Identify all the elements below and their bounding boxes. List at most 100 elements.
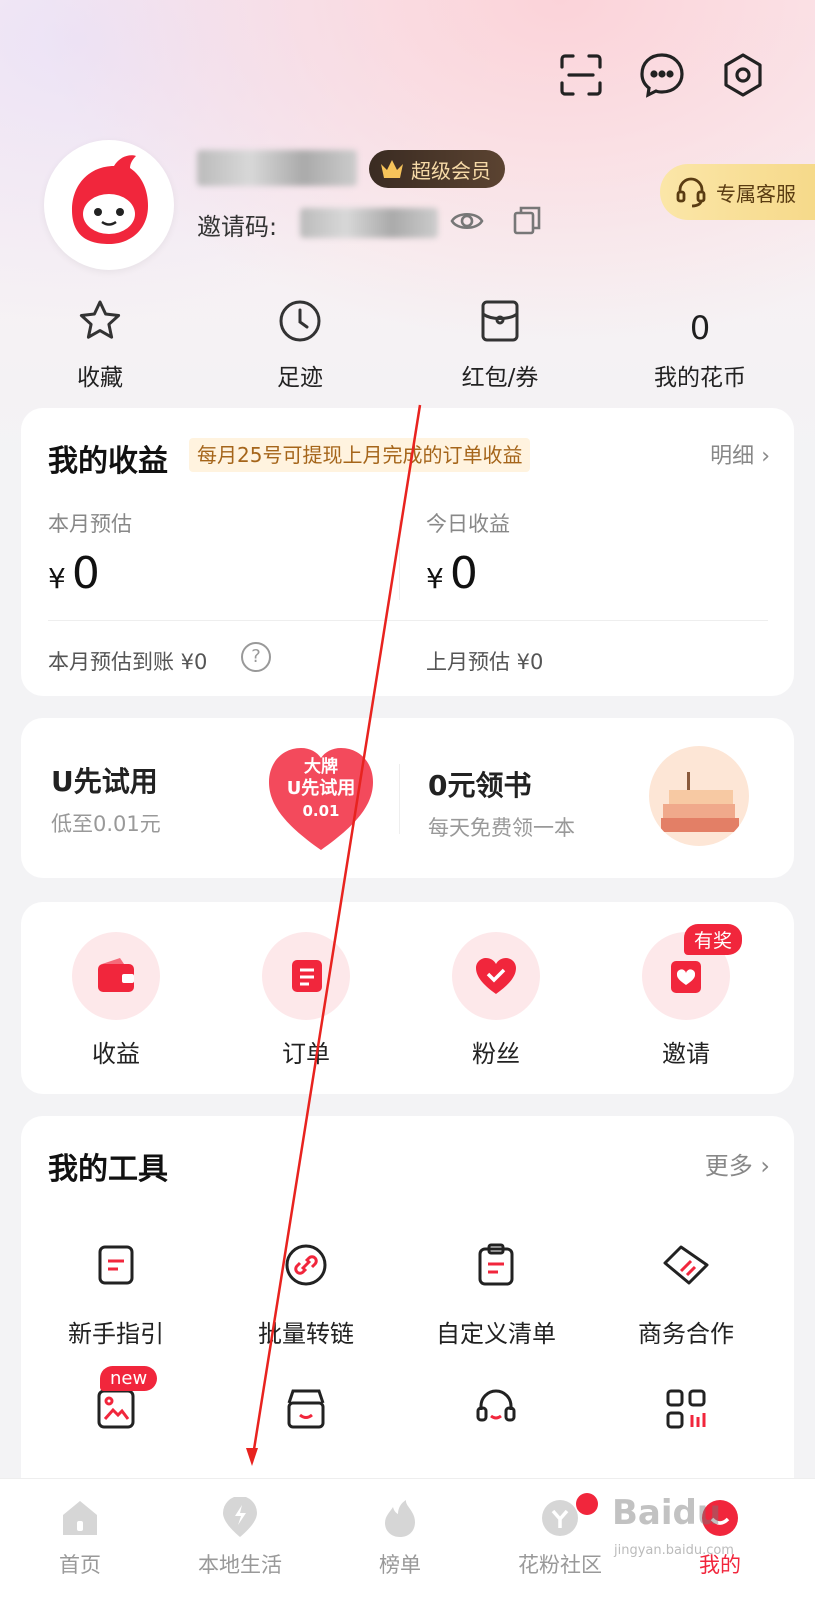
promo-card: U先试用 低至0.01元 大牌 U先试用 0.01 0元领书 每天免费领一本 xyxy=(21,718,794,878)
tool-label: 商务合作 xyxy=(638,1320,734,1348)
divider xyxy=(399,520,400,600)
community-icon xyxy=(542,1500,578,1536)
headset-icon xyxy=(676,177,706,208)
promo-title: U先试用 xyxy=(51,765,158,798)
copy-icon[interactable] xyxy=(512,204,542,240)
tool-store[interactable] xyxy=(211,1384,401,1434)
last-month-label: 上月预估 ¥0 xyxy=(426,650,544,674)
watermark-url: jingyan.baidu.com xyxy=(614,1543,734,1558)
promo-title: 0元领书 xyxy=(428,769,532,802)
quick-label: 足迹 xyxy=(277,365,323,391)
tools-card: 我的工具 更多 › 新手指引 批量转链 自定义清单 商务合作 new xyxy=(21,1116,794,1536)
username-redacted xyxy=(197,150,357,186)
promo-books[interactable]: 0元领书 每天免费领一本 xyxy=(428,764,575,842)
action-label: 订单 xyxy=(282,1040,330,1068)
earnings-card: 我的收益 每月25号可提现上月完成的订单收益 明细 › 本月预估 ¥0 今日收益… xyxy=(21,408,794,696)
promo-trial[interactable]: U先试用 低至0.01元 xyxy=(51,760,161,838)
eye-icon[interactable] xyxy=(450,206,484,240)
star-icon xyxy=(0,296,200,346)
vip-label: 超级会员 xyxy=(411,158,491,183)
tool-batch-link[interactable]: 批量转链 xyxy=(211,1240,401,1349)
service-button[interactable]: 专属客服 xyxy=(660,164,815,220)
quick-coupons[interactable]: 红包/券 xyxy=(400,296,600,392)
today-earnings-value: ¥0 xyxy=(426,548,478,599)
tool-label: 自定义清单 xyxy=(436,1320,556,1348)
settings-icon[interactable] xyxy=(718,50,768,100)
quick-label: 红包/券 xyxy=(461,365,539,391)
promo-sub: 每天免费领一本 xyxy=(428,816,575,840)
earnings-detail-link[interactable]: 明细 › xyxy=(710,438,770,470)
tab-ranking[interactable]: 榜单 xyxy=(320,1497,480,1579)
tool-image[interactable] xyxy=(21,1384,211,1434)
action-label: 收益 xyxy=(92,1040,140,1068)
watermark: Baidu xyxy=(612,1493,721,1533)
month-estimate-label: 本月预估 xyxy=(48,512,132,536)
art-text: 0.01 xyxy=(302,802,340,820)
watermark-text: du xyxy=(672,1493,722,1533)
invite-code-label: 邀请码: xyxy=(197,213,278,241)
flame-icon xyxy=(385,1500,415,1537)
tab-label: 首页 xyxy=(59,1553,101,1577)
tool-guide[interactable]: 新手指引 xyxy=(21,1240,211,1349)
lightning-icon xyxy=(223,1496,257,1537)
earnings-note: 每月25号可提现上月完成的订单收益 xyxy=(189,438,531,472)
quick-favorites[interactable]: 收藏 xyxy=(0,296,200,392)
tab-local[interactable]: 本地生活 xyxy=(160,1496,320,1579)
action-label: 粉丝 xyxy=(472,1040,520,1068)
detail-label: 明细 xyxy=(710,444,755,469)
month-arrive-label: 本月预估到账 ¥0 xyxy=(48,650,208,674)
earnings-title: 我的收益 xyxy=(48,444,168,479)
tool-support[interactable] xyxy=(401,1384,591,1434)
coupon-icon xyxy=(400,296,600,346)
action-fans[interactable]: 粉丝 xyxy=(401,932,591,1069)
art-text: U先试用 xyxy=(286,778,356,799)
chevron-right-icon: › xyxy=(760,1152,770,1180)
coins-value: 0 xyxy=(689,309,711,347)
divider xyxy=(48,620,768,621)
vip-badge[interactable]: 超级会员 xyxy=(369,150,505,188)
tool-business[interactable]: 商务合作 xyxy=(591,1240,781,1349)
tab-home[interactable]: 首页 xyxy=(0,1497,160,1579)
heart-icon xyxy=(452,932,540,1020)
quick-coins[interactable]: 0 我的花币 xyxy=(600,296,800,392)
value: 0 xyxy=(71,548,100,599)
today-earnings-label: 今日收益 xyxy=(426,512,510,536)
notification-dot xyxy=(576,1493,598,1515)
clock-icon xyxy=(200,296,400,346)
help-icon[interactable]: ? xyxy=(241,642,271,672)
crown-icon xyxy=(381,160,403,178)
currency-symbol: ¥ xyxy=(426,562,444,595)
quick-label: 收藏 xyxy=(77,365,123,391)
actions-card: 收益 订单 粉丝 邀请 有奖 xyxy=(21,902,794,1094)
scan-icon[interactable] xyxy=(556,50,606,100)
tab-label: 榜单 xyxy=(379,1553,421,1577)
store-icon xyxy=(211,1384,401,1434)
invite-code-redacted xyxy=(300,208,438,238)
bottom-tab-bar: 首页 本地生活 榜单 花粉社区 我的 Baidu jingyan.baidu.c… xyxy=(0,1478,815,1600)
quick-label: 我的花币 xyxy=(654,365,746,391)
handshake-icon xyxy=(591,1240,781,1290)
message-icon[interactable] xyxy=(637,50,687,100)
action-earnings[interactable]: 收益 xyxy=(21,932,211,1069)
image-icon xyxy=(21,1384,211,1434)
promo-sub: 低至0.01元 xyxy=(51,812,161,836)
link-icon xyxy=(211,1240,401,1290)
watermark-text: Bai xyxy=(612,1493,673,1533)
chevron-right-icon: › xyxy=(761,444,770,469)
service-label: 专属客服 xyxy=(716,181,796,206)
wallet-icon xyxy=(72,932,160,1020)
action-orders[interactable]: 订单 xyxy=(211,932,401,1069)
trial-art: 大牌 U先试用 0.01 xyxy=(261,742,381,854)
value: 0 xyxy=(449,548,478,599)
clipboard-icon xyxy=(401,1240,591,1290)
divider xyxy=(399,764,400,834)
order-icon xyxy=(262,932,350,1020)
tool-custom-list[interactable]: 自定义清单 xyxy=(401,1240,591,1349)
tool-apps[interactable] xyxy=(591,1384,781,1434)
tools-more-link[interactable]: 更多 › xyxy=(705,1146,770,1181)
headset-icon xyxy=(401,1384,591,1434)
avatar[interactable] xyxy=(44,140,174,270)
tool-label: 新手指引 xyxy=(68,1320,164,1348)
guide-icon xyxy=(21,1240,211,1290)
quick-history[interactable]: 足迹 xyxy=(200,296,400,392)
